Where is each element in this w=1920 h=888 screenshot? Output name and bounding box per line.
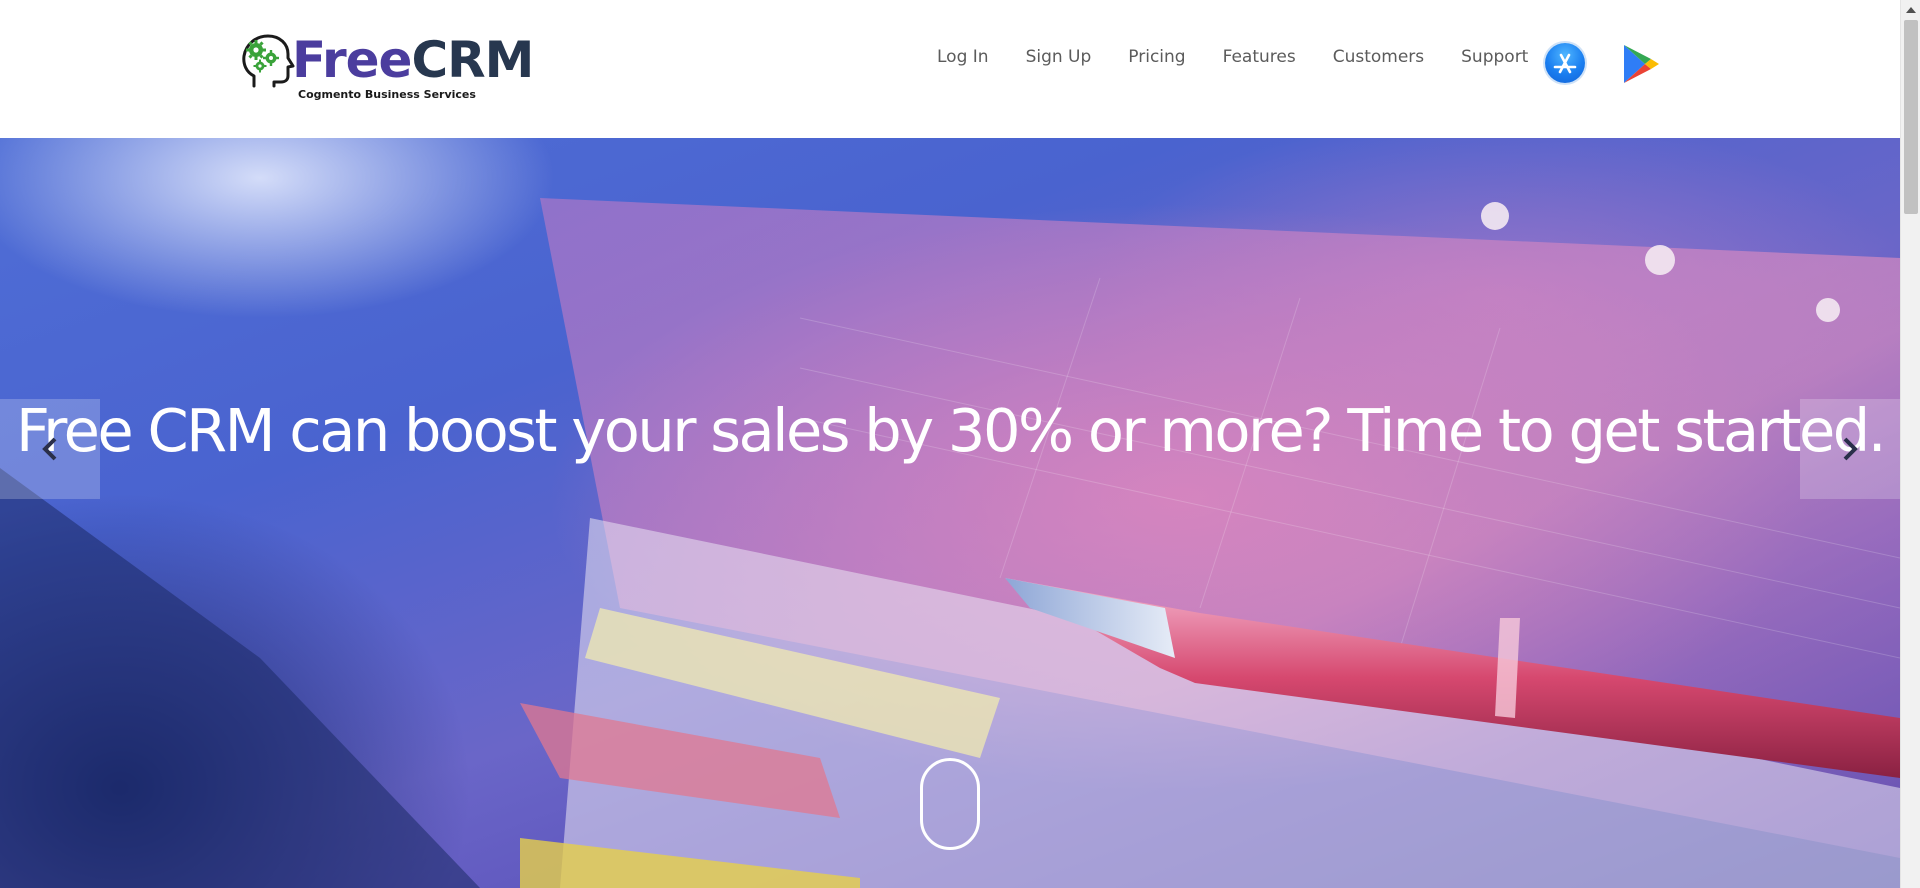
chevron-left-icon [42,437,57,461]
scroll-up-button[interactable] [1901,0,1920,20]
logo-tagline: Cogmento Business Services [298,88,476,101]
carousel-next-button[interactable] [1800,399,1900,499]
scrollbar-thumb[interactable] [1904,20,1918,214]
nav-pricing-link[interactable]: Pricing [1128,46,1185,68]
logo-brand-free: Free [292,31,412,89]
site-header: FreeCRM Cogmento Business Services Log I… [0,0,1900,138]
hero-carousel: Free CRM can boost your sales by 30% or … [0,138,1900,888]
chevron-right-icon [1843,437,1858,461]
logo-brand-crm: CRM [411,31,534,89]
google-play-icon [1624,45,1659,83]
nav-customers-link[interactable]: Customers [1333,46,1424,68]
app-store-button[interactable] [1545,43,1585,83]
hero-headline: Free CRM can boost your sales by 30% or … [15,396,1887,465]
freecrm-logo[interactable]: FreeCRM Cogmento Business Services [240,30,534,110]
nav-features-link[interactable]: Features [1223,46,1296,68]
head-gears-icon [242,34,295,88]
nav-signup-link[interactable]: Sign Up [1026,46,1092,68]
triangle-up-icon [1906,7,1916,13]
carousel-prev-button[interactable] [0,399,100,499]
nav-login-link[interactable]: Log In [937,46,989,68]
main-nav: Log In Sign Up Pricing Features Customer… [937,45,1528,69]
logo-wordmark: FreeCRM [292,31,534,89]
page-scrollbar[interactable] [1900,0,1920,888]
nav-support-link[interactable]: Support [1461,46,1528,68]
scroll-mouse-icon[interactable] [920,758,980,850]
google-play-button[interactable] [1620,42,1662,86]
app-store-icon [1553,53,1577,74]
